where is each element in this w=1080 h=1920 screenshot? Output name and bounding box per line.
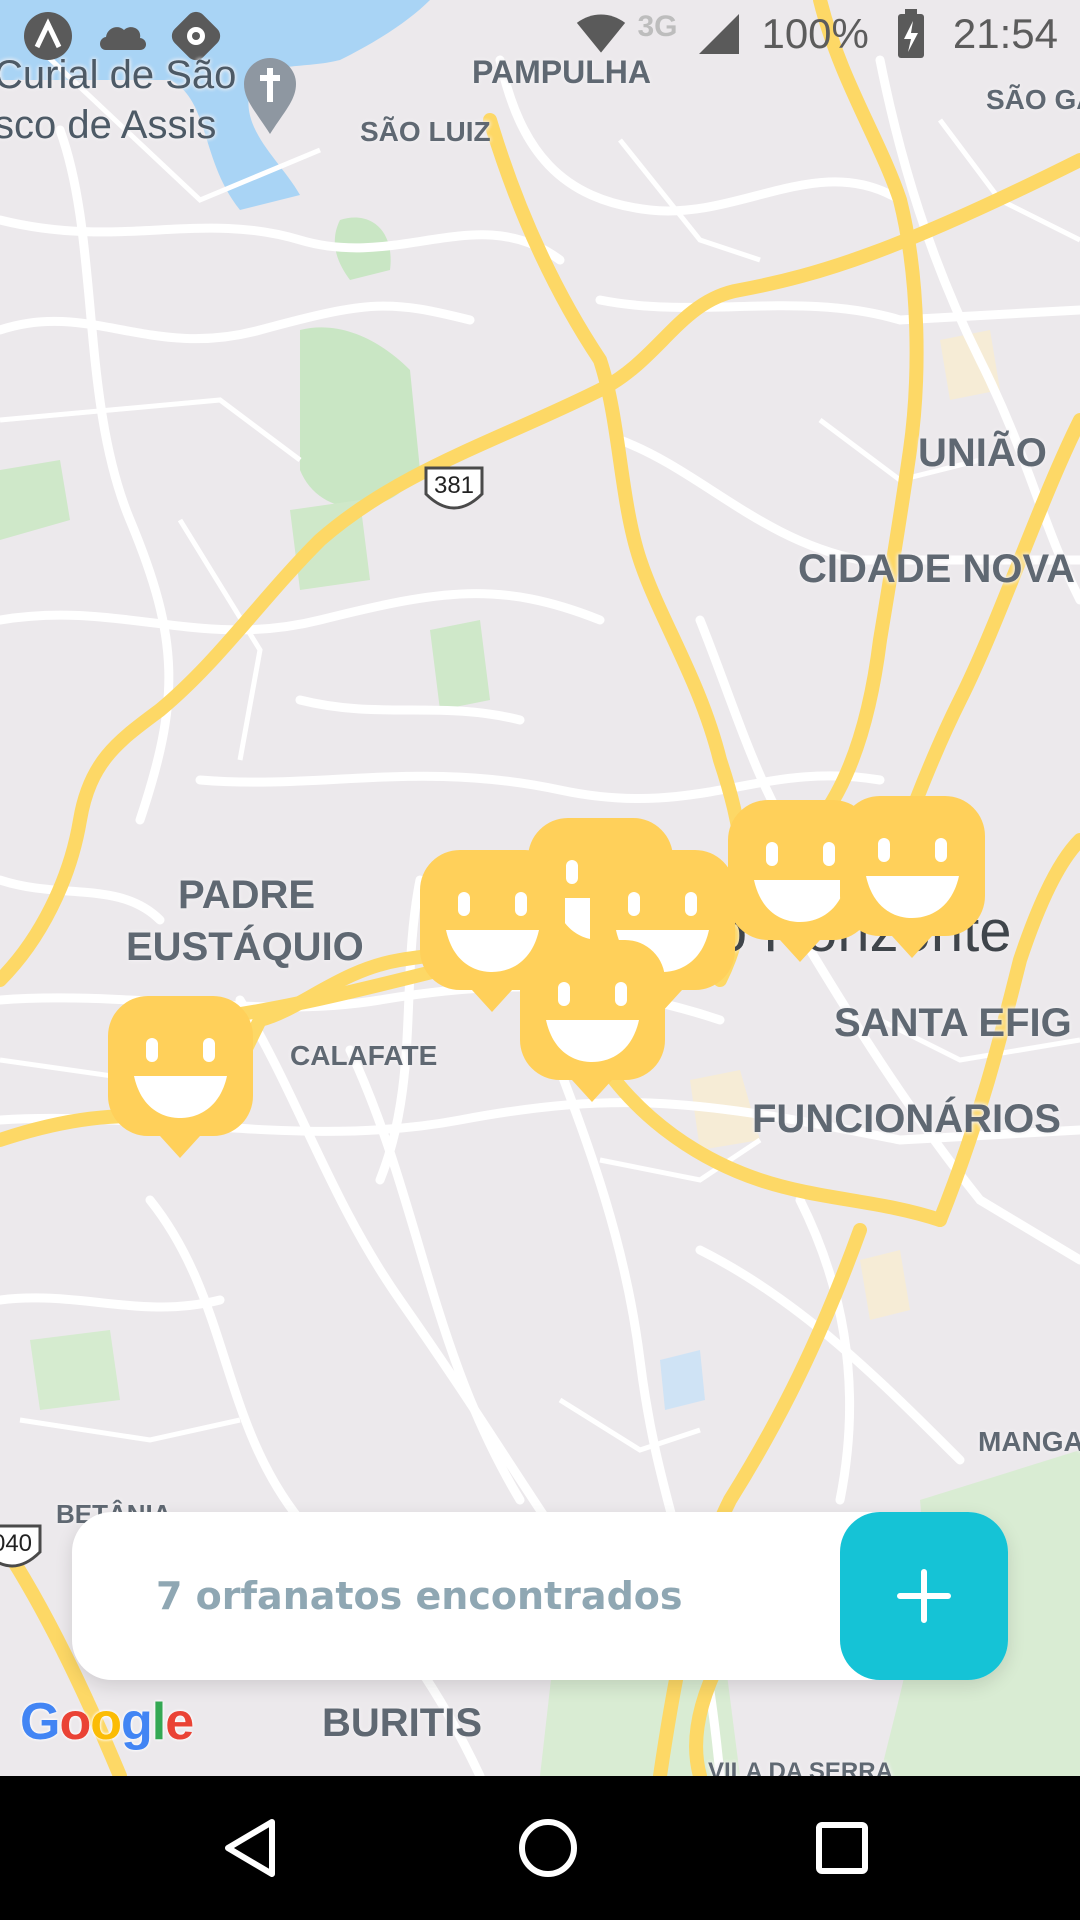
place-label: UNIÃO bbox=[918, 431, 1047, 475]
place-label: BURITIS bbox=[322, 1701, 482, 1745]
church-pin-icon[interactable] bbox=[242, 56, 298, 136]
home-button[interactable] bbox=[498, 1798, 598, 1898]
orphanages-count: 7 orfanatos encontrados bbox=[156, 1574, 683, 1618]
place-label: FUNCIONÁRIOS bbox=[752, 1097, 1061, 1141]
google-letter: o bbox=[59, 1693, 91, 1751]
place-label: SANTA EFIG bbox=[834, 1001, 1072, 1045]
place-label: SÃO LUIZ bbox=[360, 116, 491, 147]
clock: 21:54 bbox=[952, 10, 1058, 57]
smile-marker-icon bbox=[108, 996, 253, 1158]
place-label: SÃO GA bbox=[986, 84, 1080, 115]
orphanage-marker[interactable] bbox=[108, 996, 253, 1161]
highway-shield: 381 bbox=[422, 464, 486, 510]
orphanage-marker[interactable] bbox=[520, 940, 665, 1105]
network-type: 3G bbox=[637, 10, 678, 43]
google-letter: l bbox=[151, 1693, 166, 1751]
place-label: CALAFATE bbox=[290, 1040, 438, 1071]
back-icon bbox=[225, 1819, 275, 1877]
back-button[interactable] bbox=[200, 1798, 300, 1898]
add-orphanage-button[interactable] bbox=[840, 1512, 1008, 1680]
google-letter: G bbox=[20, 1693, 60, 1751]
battery-charging-icon bbox=[885, 8, 937, 60]
map-view[interactable]: 3G 100% 21:54 Curial de São sco de Assis… bbox=[0, 0, 1080, 1776]
google-letter: e bbox=[165, 1693, 194, 1751]
highway-shield: 040 bbox=[0, 1522, 44, 1568]
home-icon bbox=[519, 1819, 577, 1877]
google-letter: g bbox=[120, 1693, 153, 1751]
google-letter: o bbox=[90, 1693, 122, 1751]
orphanage-marker[interactable] bbox=[840, 796, 985, 961]
plus-icon bbox=[897, 1569, 951, 1623]
place-label: PAMPULHA bbox=[472, 54, 651, 90]
place-label: VILA DA SERRA bbox=[708, 1758, 893, 1776]
wifi-icon bbox=[575, 8, 627, 60]
navigation-bar bbox=[0, 1776, 1080, 1920]
place-label: sco de Assis bbox=[0, 103, 217, 147]
recents-button[interactable] bbox=[792, 1798, 892, 1898]
smile-marker-icon bbox=[840, 796, 985, 958]
place-label: MANGA bbox=[978, 1426, 1080, 1457]
battery-percent: 100% bbox=[761, 10, 869, 57]
place-label: Curial de São bbox=[0, 53, 237, 97]
place-label: EUSTÁQUIO bbox=[126, 925, 364, 969]
smile-marker-icon bbox=[520, 940, 665, 1102]
place-label: CIDADE NOVA bbox=[798, 547, 1076, 591]
place-label: PADRE bbox=[178, 873, 316, 917]
cellular-signal-icon bbox=[693, 8, 745, 60]
google-logo: Google bbox=[20, 1692, 194, 1752]
recents-icon bbox=[816, 1822, 868, 1874]
